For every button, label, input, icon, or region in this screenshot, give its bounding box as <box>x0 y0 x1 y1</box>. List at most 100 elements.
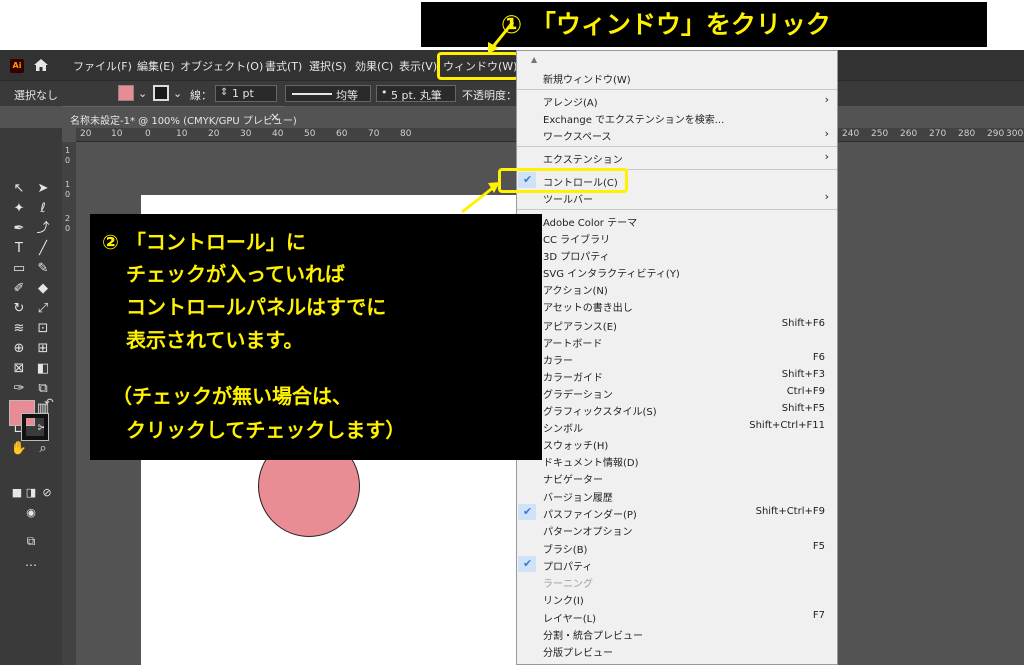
ruler-tick: 40 <box>272 129 284 139</box>
menu-item-svg[interactable]: SVG インタラクティビティ(Y) <box>543 265 680 280</box>
fill-swatch[interactable] <box>118 85 134 101</box>
menu-item-separations-preview[interactable]: 分版プレビュー <box>543 644 613 659</box>
menu-item-actions[interactable]: アクション(N) <box>543 282 608 297</box>
menu-item-learning: ラーニング <box>543 579 593 590</box>
document-title: 名称未設定-1* @ 100% (CMYK/GPU プレビュー) <box>70 116 297 127</box>
menu-item-appearance[interactable]: アピアランス(E) <box>543 318 617 333</box>
menu-item-version-history[interactable]: バージョン履歴 <box>543 489 613 504</box>
swap-colors-icon[interactable]: ↶ <box>40 394 58 412</box>
width-tool-icon[interactable]: ≋ <box>10 320 28 338</box>
stroke-dropdown-icon[interactable]: ⌄ <box>173 87 182 100</box>
line-tool-icon[interactable]: ╱ <box>34 240 52 258</box>
paintbrush-icon[interactable]: ✎ <box>34 260 52 278</box>
shape-builder-icon[interactable]: ⊕ <box>10 340 28 358</box>
ruler-tick: 1 <box>65 146 71 155</box>
menu-item-brushes[interactable]: ブラシ(B) <box>543 541 587 556</box>
selection-tool-icon[interactable]: ↖ <box>10 180 28 198</box>
opacity-label: 不透明度： <box>462 89 517 102</box>
menu-edit[interactable]: 編集(E) <box>137 58 175 74</box>
ruler-tick: 0 <box>145 129 151 139</box>
menu-item-exchange[interactable]: Exchange でエクステンションを検索... <box>543 111 724 126</box>
brush-definition[interactable]: • 5 pt. 丸筆 <box>376 85 456 102</box>
ruler-tick: 0 <box>65 190 71 199</box>
menu-item-adobe-color[interactable]: Adobe Color テーマ <box>543 214 637 229</box>
menu-item-graphic-styles[interactable]: グラフィックスタイル(S) <box>543 403 657 418</box>
menu-item-document-info[interactable]: ドキュメント情報(D) <box>543 454 639 469</box>
hand-tool-icon[interactable]: ✋ <box>10 440 28 458</box>
eraser-icon[interactable]: ◆ <box>34 280 52 298</box>
fill-dropdown-icon[interactable]: ⌄ <box>138 87 147 100</box>
direct-selection-tool-icon[interactable]: ➤ <box>34 180 52 198</box>
brush-dot-icon: • <box>381 86 388 99</box>
menu-item-toolbar[interactable]: ツールバー <box>543 191 593 206</box>
ruler-tick: 10 <box>111 129 123 139</box>
control-item-highlight <box>498 168 628 193</box>
menu-shortcut: F6 <box>812 352 825 363</box>
ruler-tick: 2 <box>65 214 71 223</box>
menu-item-arrange[interactable]: アレンジ(A) <box>543 94 598 109</box>
ruler-tick: 20 <box>80 129 92 139</box>
none-mode-icon[interactable]: ⊘ <box>38 484 56 502</box>
stroke-swatch[interactable] <box>153 85 169 101</box>
menu-scroll-up-icon[interactable]: ▲ <box>531 55 537 64</box>
ruler-tick: 290 <box>987 129 1005 139</box>
menu-item-gradient[interactable]: グラデーション <box>543 386 613 401</box>
menu-object[interactable]: オブジェクト(O) <box>180 58 263 74</box>
menu-item-symbols[interactable]: シンボル <box>543 420 583 435</box>
menu-item-cc-libraries[interactable]: CC ライブラリ <box>543 231 610 246</box>
menu-item-asset-export[interactable]: アセットの書き出し <box>543 299 633 314</box>
live-paint-icon[interactable]: ⊞ <box>34 340 52 358</box>
rectangle-tool-icon[interactable]: ▭ <box>10 260 28 278</box>
close-tab-icon[interactable]: × <box>270 110 280 124</box>
pen-tool-icon[interactable]: ✒ <box>10 220 28 238</box>
type-tool-icon[interactable]: T <box>10 240 28 258</box>
more-tools-icon[interactable]: ⋯ <box>22 556 40 574</box>
variable-width-profile[interactable]: 均等 <box>285 85 371 102</box>
ruler-tick: 0 <box>65 156 71 165</box>
step1-callout: ① 「ウィンドウ」をクリック <box>421 2 987 47</box>
menu-type[interactable]: 書式(T) <box>265 58 302 74</box>
menu-item-new-window[interactable]: 新規ウィンドウ(W) <box>543 71 631 86</box>
menu-item-extensions[interactable]: エクステンション <box>543 151 623 166</box>
menu-item-artboards[interactable]: アートボード <box>543 335 602 350</box>
home-icon[interactable] <box>33 57 49 73</box>
screen-mode-icon[interactable]: ⧉ <box>22 532 40 550</box>
menu-item-color-guide[interactable]: カラーガイド <box>543 369 603 384</box>
menu-file[interactable]: ファイル(F) <box>73 58 132 74</box>
gradient-tool-icon[interactable]: ◧ <box>34 360 52 378</box>
menu-item-layers[interactable]: レイヤー(L) <box>543 610 596 625</box>
document-tab[interactable]: 名称未設定-1* @ 100% (CMYK/GPU プレビュー) × <box>62 106 297 128</box>
menu-item-color[interactable]: カラー <box>543 352 573 367</box>
curvature-tool-icon[interactable]: ⤴ <box>34 220 52 238</box>
perspective-grid-icon[interactable]: ⊠ <box>10 360 28 378</box>
menu-item-pattern-options[interactable]: パターンオプション <box>543 523 633 538</box>
magic-wand-icon[interactable]: ✦ <box>10 200 28 218</box>
menu-item-3d-properties[interactable]: 3D プロパティ <box>543 248 610 263</box>
eyedropper-icon[interactable]: ✑ <box>10 380 28 398</box>
submenu-arrow-icon: › <box>824 150 829 163</box>
zoom-tool-icon[interactable]: ⌕ <box>34 440 52 458</box>
menu-item-pathfinder[interactable]: パスファインダー(P) <box>543 506 637 521</box>
menu-item-flattener-preview[interactable]: 分割・統合プレビュー <box>543 627 643 642</box>
menu-item-navigator[interactable]: ナビゲーター <box>543 471 603 486</box>
menu-item-workspace[interactable]: ワークスペース <box>543 128 612 143</box>
menu-view[interactable]: 表示(V) <box>399 58 437 74</box>
draw-mode-icon[interactable]: ◉ <box>22 504 40 522</box>
stroke-weight-field[interactable]: ⇕ 1 pt <box>215 85 277 102</box>
menu-select[interactable]: 選択(S) <box>309 58 347 74</box>
menu-item-swatches[interactable]: スウォッチ(H) <box>543 437 608 452</box>
scale-tool-icon[interactable]: ⤢ <box>34 300 52 318</box>
menu-item-links[interactable]: リンク(I) <box>543 592 584 607</box>
stepper-icon[interactable]: ⇕ <box>220 87 228 98</box>
rotate-tool-icon[interactable]: ↻ <box>10 300 28 318</box>
shaper-tool-icon[interactable]: ✐ <box>10 280 28 298</box>
ruler-tick: 30 <box>240 129 252 139</box>
free-transform-icon[interactable]: ⊡ <box>34 320 52 338</box>
menu-shortcut: Shift+Ctrl+F9 <box>755 506 825 517</box>
ruler-tick: 60 <box>336 129 348 139</box>
ruler-tick: 1 <box>65 180 71 189</box>
menu-effect[interactable]: 効果(C) <box>355 58 393 74</box>
lasso-icon[interactable]: ℓ <box>34 200 52 218</box>
menu-item-properties[interactable]: プロパティ <box>543 558 592 573</box>
stroke-color-box[interactable] <box>21 413 49 441</box>
